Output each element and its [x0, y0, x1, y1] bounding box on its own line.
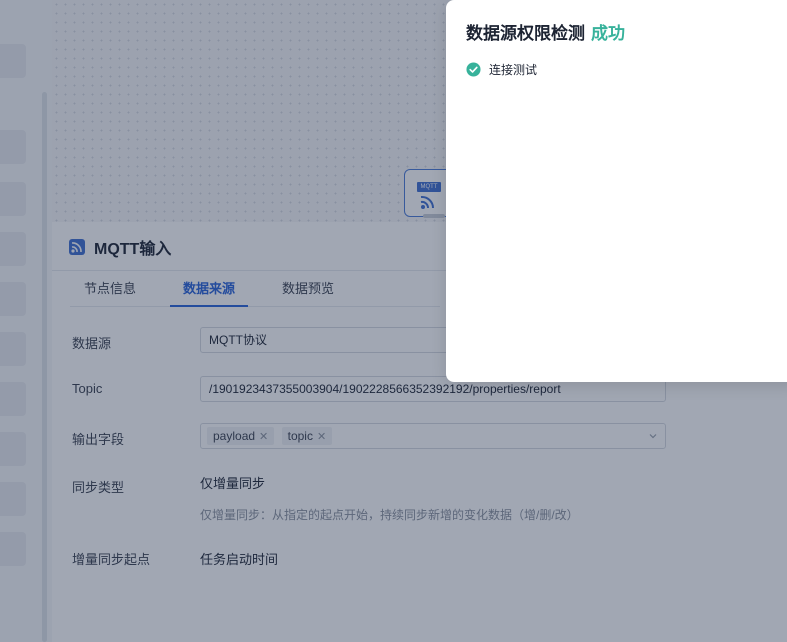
dialog-title: 数据源权限检测 成功 — [466, 19, 625, 44]
check-circle-icon — [466, 61, 481, 77]
dialog-title-text: 数据源权限检测 — [466, 24, 585, 43]
check-label: 连接测试 — [489, 62, 538, 77]
permission-check-dialog: 数据源权限检测 成功 连接测试 — [446, 0, 787, 382]
app-window: MQTT MQTT输入 节点信息 数据来源 数据预览 数据源 MQTT协议 To… — [0, 0, 787, 642]
check-item: 连接测试 — [466, 61, 537, 77]
status-badge: 成功 — [591, 24, 625, 43]
